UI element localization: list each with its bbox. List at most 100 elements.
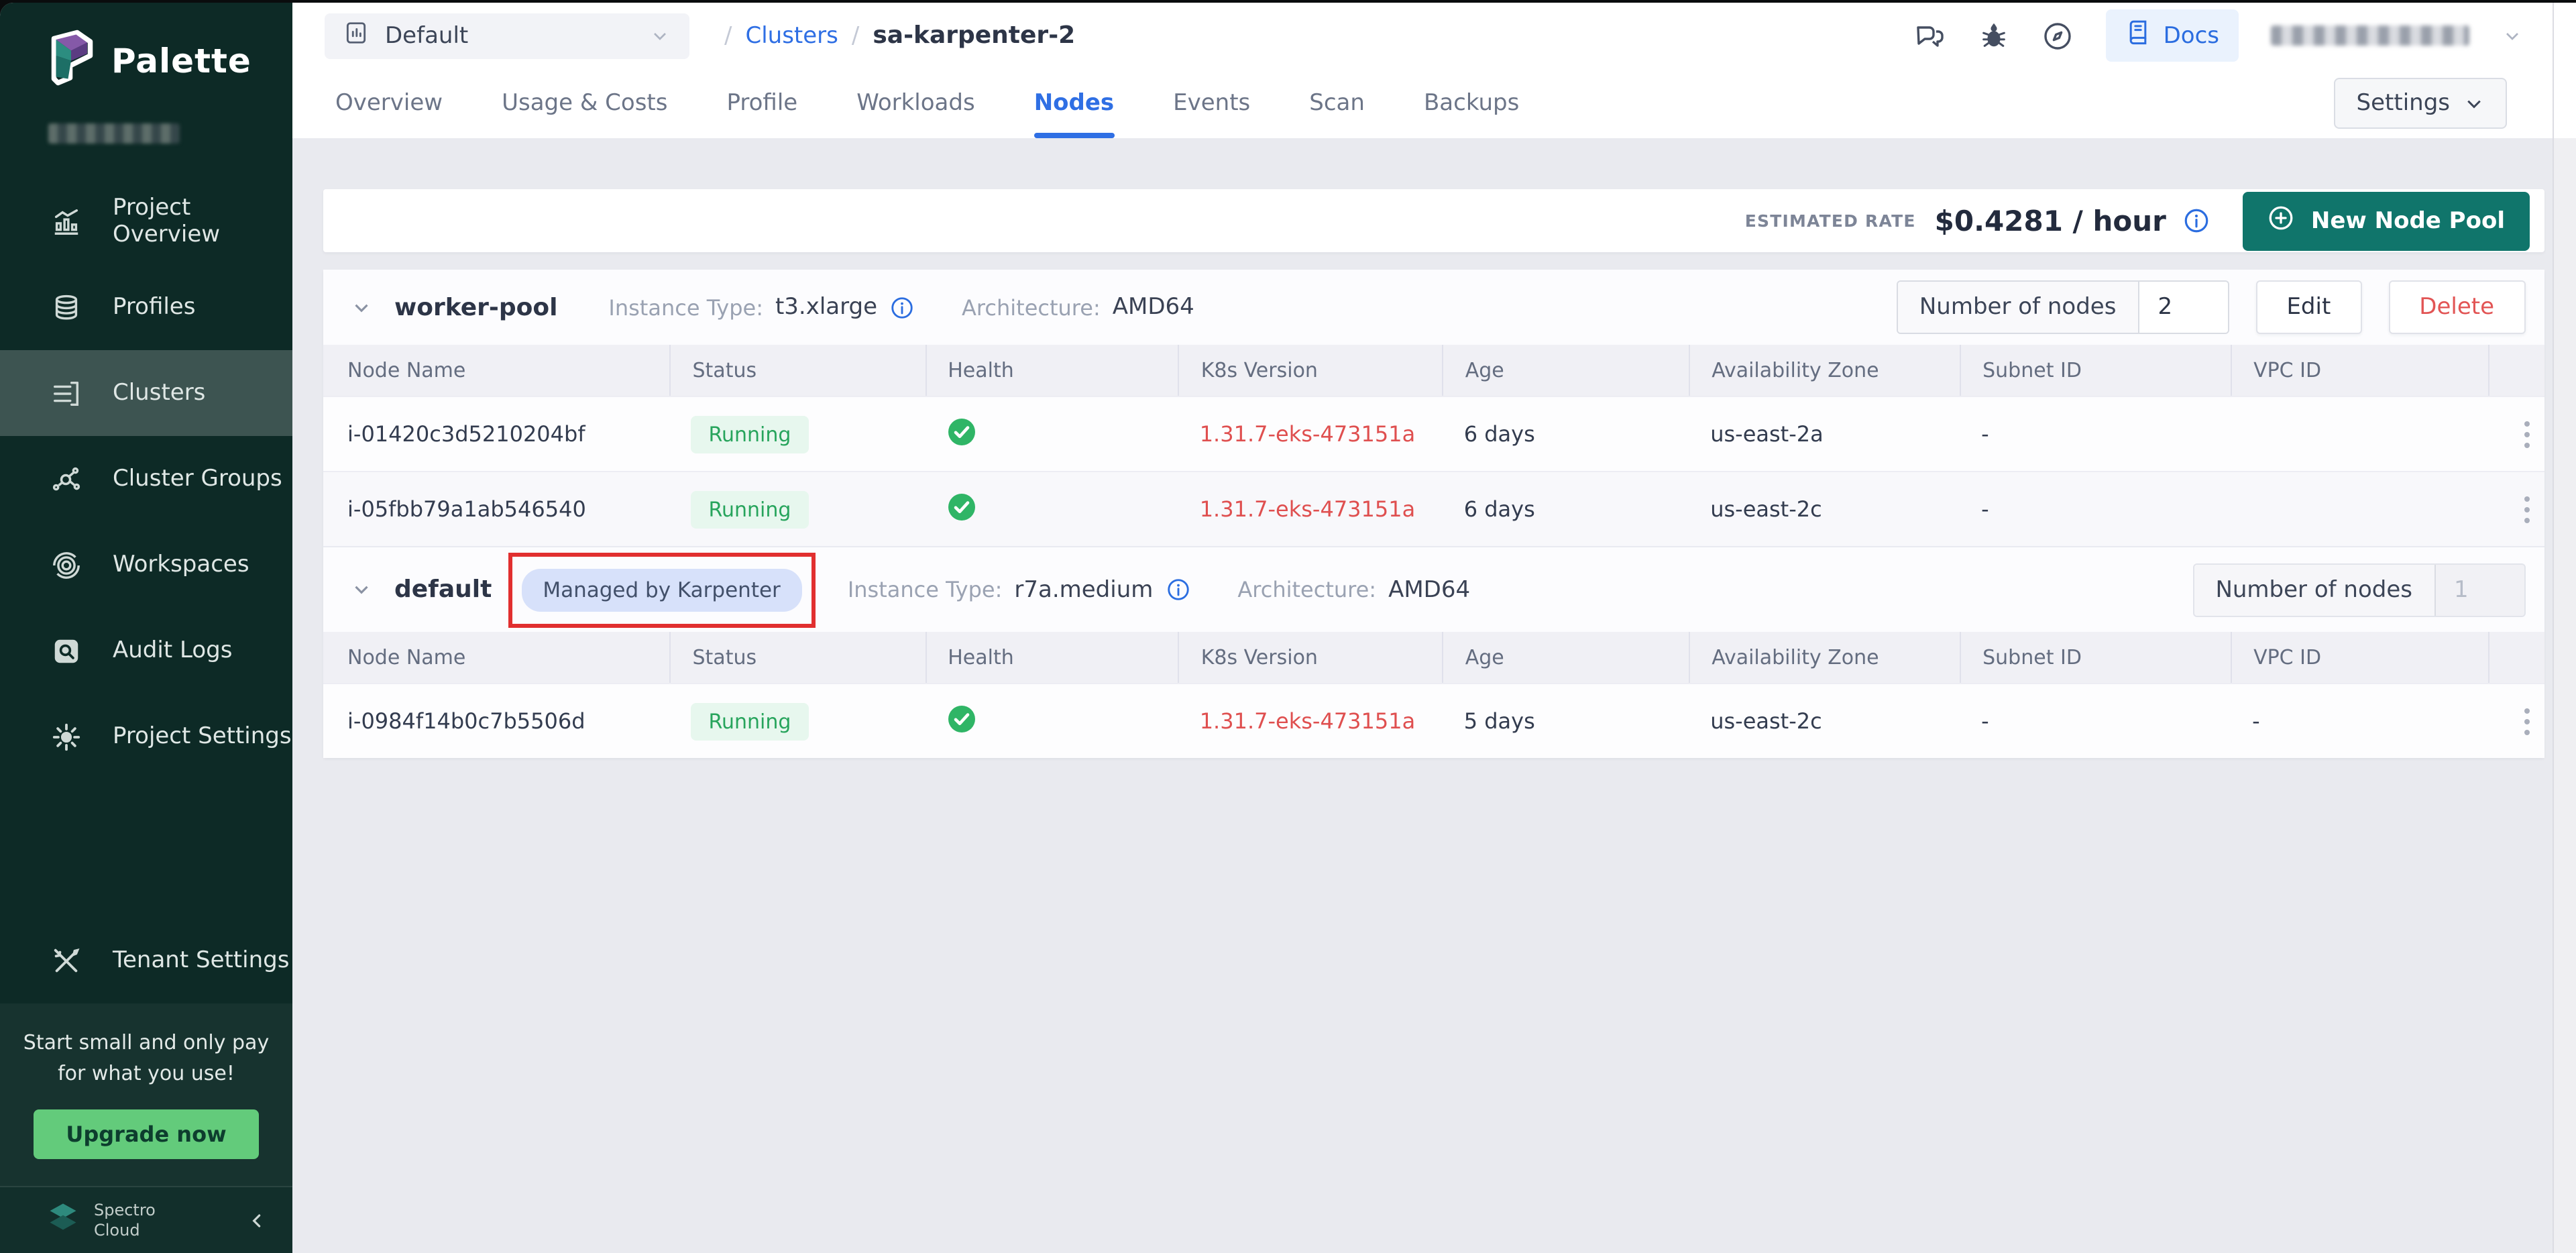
breadcrumb-current: sa-karpenter-2: [873, 21, 1075, 50]
node-name: i-0984f14b0c7b5506d: [323, 708, 670, 734]
vpc-id: -: [2231, 708, 2488, 734]
row-menu-kebab-icon[interactable]: [2511, 496, 2543, 523]
number-of-nodes-input[interactable]: 2: [2139, 282, 2227, 333]
top-bar: Default / Clusters / sa-karpenter-2: [292, 3, 2552, 68]
node-age: 6 days: [1443, 496, 1689, 522]
col-node-name: Node Name: [323, 345, 670, 396]
spectro-cloud-logo-icon: [46, 1200, 80, 1240]
col-subnet-id: Subnet ID: [1960, 632, 2231, 683]
instance-type-value: t3.xlarge: [775, 294, 877, 321]
bug-report-icon[interactable]: [1978, 20, 2009, 51]
pool-header-worker-pool: worker-pool Instance Type: t3.xlarge Arc…: [323, 270, 2544, 345]
row-menu-kebab-icon[interactable]: [2511, 421, 2543, 447]
new-node-pool-button[interactable]: New Node Pool: [2243, 191, 2529, 250]
scrollbar-gutter-top: [2553, 3, 2576, 138]
brand-name: Palette: [111, 41, 251, 80]
edit-pool-button[interactable]: Edit: [2255, 280, 2361, 334]
sidebar-item-workspaces[interactable]: Workspaces: [0, 522, 292, 608]
feedback-chat-icon[interactable]: [1914, 19, 1946, 52]
chevron-down-icon: [2463, 93, 2483, 113]
tab-overview[interactable]: Overview: [335, 68, 443, 138]
collapse-sidebar-icon[interactable]: [247, 1209, 268, 1231]
scrollbar-gutter[interactable]: [2552, 3, 2576, 1253]
sidebar-item-cluster-groups[interactable]: Cluster Groups: [0, 436, 292, 522]
node-pools: worker-pool Instance Type: t3.xlarge Arc…: [323, 270, 2544, 758]
workspaces-icon: [48, 549, 83, 580]
tab-profile[interactable]: Profile: [726, 68, 797, 138]
tab-usage-costs[interactable]: Usage & Costs: [502, 68, 667, 138]
tab-backups[interactable]: Backups: [1424, 68, 1519, 138]
col-vpc-id: VPC ID: [2231, 345, 2488, 396]
redacted-username[interactable]: [2270, 25, 2469, 46]
settings-button[interactable]: Settings: [2334, 78, 2506, 129]
sidebar-nav: Project Overview Profiles: [0, 178, 292, 779]
col-health: Health: [925, 632, 1178, 683]
number-of-nodes-input-disabled: 1: [2435, 564, 2524, 615]
promo-line-2: for what you use!: [13, 1058, 279, 1088]
col-actions: [2488, 345, 2544, 396]
node-row: i-0984f14b0c7b5506d Running 1.31.7-eks-4…: [323, 683, 2544, 758]
sidebar-bottom: Tenant Settings Start small and only pay…: [0, 918, 292, 1253]
upgrade-now-button[interactable]: Upgrade now: [34, 1109, 258, 1159]
status-badge: Running: [691, 490, 809, 528]
architecture-label: Architecture:: [962, 294, 1101, 320]
settings-label: Settings: [2357, 90, 2450, 117]
col-node-name: Node Name: [323, 632, 670, 683]
col-status: Status: [670, 345, 926, 396]
book-icon: [2125, 19, 2151, 52]
pool-header-default: default Managed by Karpenter Instance Ty…: [323, 546, 2544, 632]
sidebar-item-profiles[interactable]: Profiles: [0, 264, 292, 350]
sidebar-item-label: Project Overview: [113, 195, 292, 248]
row-menu-kebab-icon[interactable]: [2511, 708, 2543, 734]
managed-by-karpenter-badge: Managed by Karpenter: [521, 568, 801, 611]
docs-label: Docs: [2164, 22, 2219, 49]
number-of-nodes-label: Number of nodes: [2194, 564, 2435, 615]
pool-meta: Instance Type: r7a.medium Architecture: …: [848, 576, 1470, 603]
number-of-nodes-label: Number of nodes: [1898, 282, 2139, 333]
sidebar-item-project-overview[interactable]: Project Overview: [0, 178, 292, 264]
delete-pool-button[interactable]: Delete: [2388, 280, 2525, 334]
col-status: Status: [670, 632, 926, 683]
cluster-groups-icon: [48, 464, 83, 494]
tab-nodes[interactable]: Nodes: [1034, 68, 1114, 138]
user-menu-chevron-icon[interactable]: [2501, 25, 2522, 46]
tab-scan[interactable]: Scan: [1309, 68, 1365, 138]
breadcrumb: / Clusters / sa-karpenter-2: [724, 21, 1075, 50]
tab-workloads[interactable]: Workloads: [856, 68, 975, 138]
docs-button[interactable]: Docs: [2106, 9, 2238, 62]
nodes-table-header: Node Name Status Health K8s Version Age …: [323, 345, 2544, 396]
sidebar-item-label: Workspaces: [113, 551, 249, 578]
project-selector-value: Default: [385, 22, 468, 49]
node-row: i-01420c3d5210204bf Running 1.31.7-eks-4…: [323, 396, 2544, 471]
architecture-value: AMD64: [1388, 576, 1470, 603]
instance-type-info-icon[interactable]: [1165, 577, 1190, 602]
node-age: 5 days: [1443, 708, 1689, 734]
sidebar-item-clusters[interactable]: Clusters: [0, 350, 292, 436]
pool-collapse-chevron-icon[interactable]: [350, 296, 373, 319]
sidebar-item-tenant-settings[interactable]: Tenant Settings: [0, 918, 292, 1003]
col-health: Health: [925, 345, 1178, 396]
sidebar-item-audit-logs[interactable]: Audit Logs: [0, 608, 292, 694]
breadcrumb-clusters-link[interactable]: Clusters: [745, 22, 838, 49]
node-name: i-05fbb79a1ab546540: [323, 496, 670, 522]
project-selector[interactable]: Default: [325, 13, 689, 58]
footer-brand-bottom: Cloud: [94, 1220, 156, 1240]
pool-actions: Number of nodes 1: [2192, 563, 2525, 616]
col-k8s-version: K8s Version: [1178, 345, 1443, 396]
architecture-label: Architecture:: [1237, 577, 1376, 602]
number-of-nodes-field: Number of nodes 2: [1897, 280, 2229, 334]
tab-events[interactable]: Events: [1173, 68, 1250, 138]
spectro-cloud-wordmark: Spectro Cloud: [94, 1200, 156, 1240]
help-compass-icon[interactable]: [2041, 19, 2074, 52]
sidebar-item-label: Tenant Settings: [113, 947, 289, 974]
app-window: Palette Project Overview: [0, 3, 2576, 1253]
pool-collapse-chevron-icon[interactable]: [350, 578, 373, 601]
sidebar-item-label: Project Settings: [113, 723, 292, 750]
tools-icon: [48, 945, 83, 976]
status-badge: Running: [691, 415, 809, 453]
sidebar-item-project-settings[interactable]: Project Settings: [0, 694, 292, 779]
rate-info-icon[interactable]: [2182, 207, 2210, 235]
instance-type-label: Instance Type:: [848, 577, 1003, 602]
status-badge: Running: [691, 702, 809, 740]
instance-type-info-icon[interactable]: [889, 294, 915, 320]
